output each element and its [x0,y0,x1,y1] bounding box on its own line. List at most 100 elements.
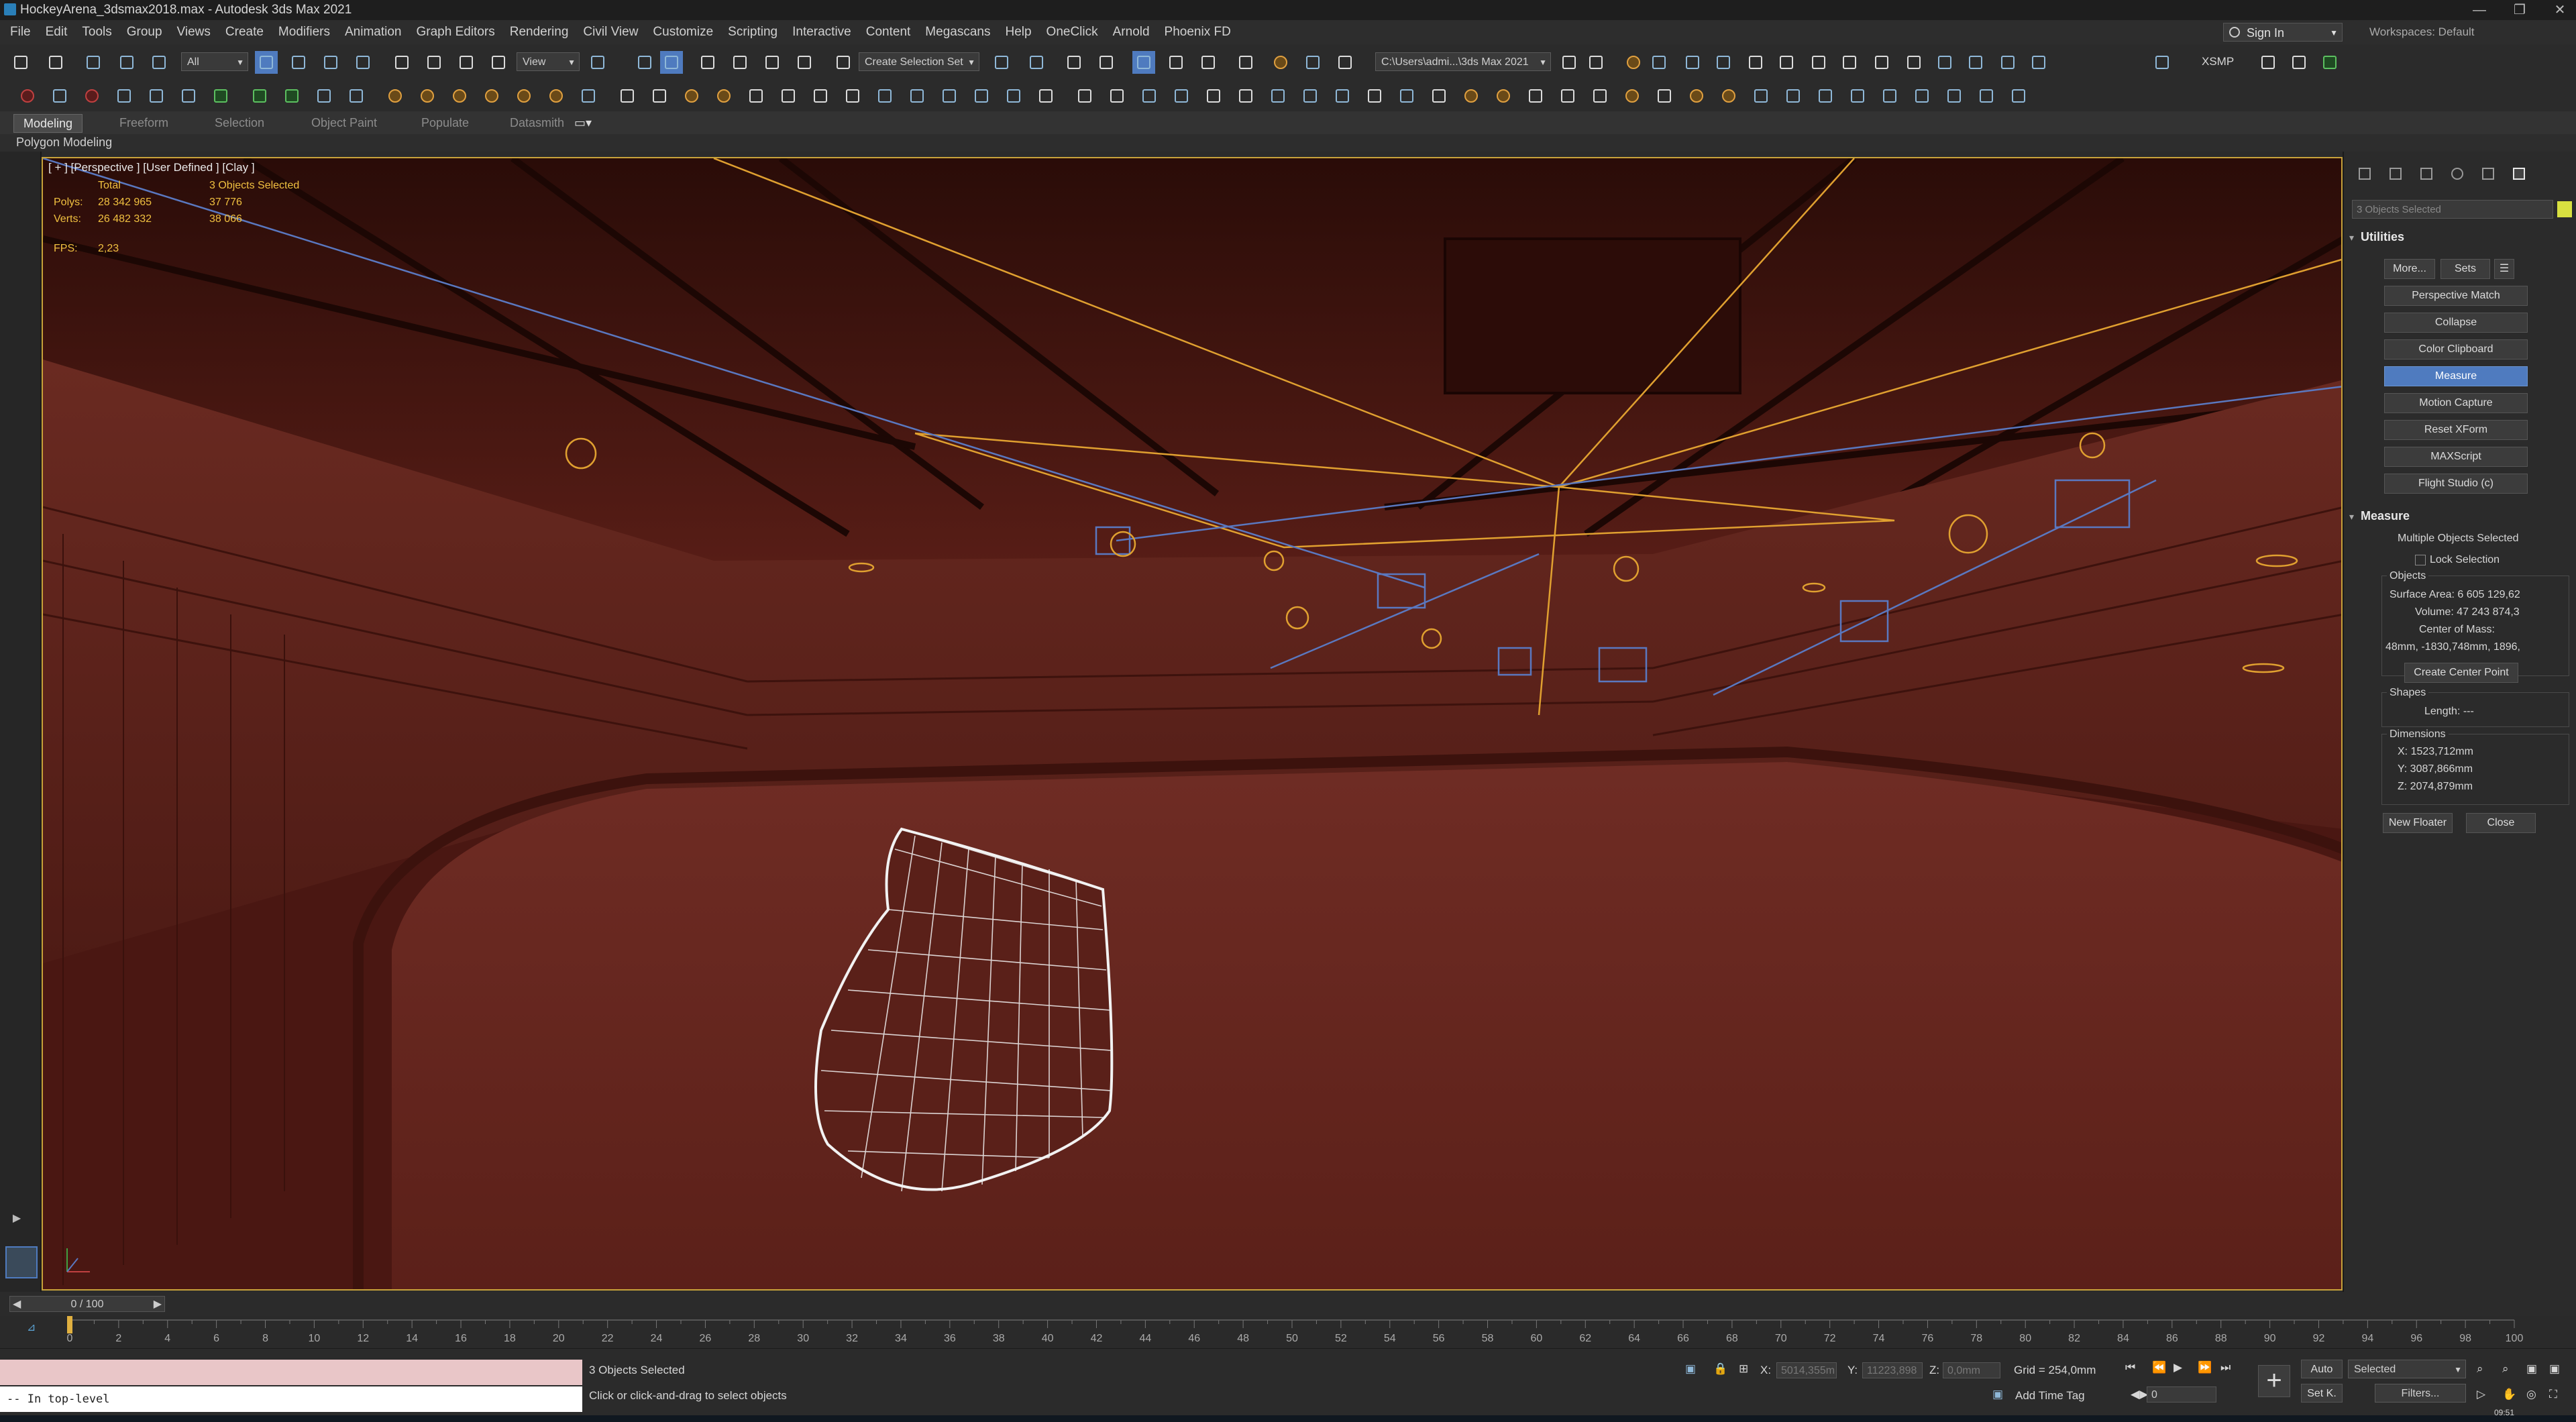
named-selection-set-dropdown[interactable]: Create Selection Set ▼ [859,52,979,71]
material-editor-icon[interactable] [1234,51,1257,74]
plugin-tool-icon[interactable] [1648,51,1670,74]
toggle-ribbon-icon[interactable] [1132,51,1155,74]
plugin-tool-icon[interactable] [416,85,439,107]
utility-maxscript-button[interactable]: MAXScript [2384,447,2528,467]
selection-color-swatch[interactable] [2557,201,2572,217]
zoom-extents-all-icon[interactable]: ▣ [2549,1362,2560,1376]
edit-named-selection-icon[interactable] [832,51,855,74]
plugin-tool-icon[interactable] [248,85,271,107]
plugin-tool-icon[interactable] [712,85,735,107]
tab-selection[interactable]: Selection [205,114,274,131]
z-coord-field[interactable]: 0,0mm [1943,1362,2000,1378]
plugin-tool-icon[interactable] [1782,85,1805,107]
add-time-tag-button[interactable]: Add Time Tag [2015,1389,2085,1403]
plugin-tool-icon[interactable] [906,85,928,107]
field-of-view-icon[interactable]: ▷ [2477,1388,2485,1401]
rendered-frame-window-icon[interactable] [1301,51,1324,74]
menu-content[interactable]: Content [859,20,918,44]
menu-tools[interactable]: Tools [74,20,119,44]
absolute-mode-icon[interactable]: ⊞ [1739,1362,1748,1376]
plugin-tool-icon[interactable] [1622,51,1645,74]
plugin-tool-icon[interactable] [1234,85,1257,107]
plugin-tool-icon[interactable] [938,85,961,107]
close-measure-button[interactable]: Close [2466,813,2536,833]
plugin-tool-icon[interactable] [1492,85,1515,107]
plugin-tool-icon[interactable] [1524,85,1547,107]
select-by-name-icon[interactable] [287,51,310,74]
utility-reset-xform-button[interactable]: Reset XForm [2384,420,2528,440]
configure-sets-icon[interactable]: ☰ [2494,259,2514,279]
spinner-snap-icon[interactable] [793,51,816,74]
plugin-tool-icon[interactable] [1395,85,1418,107]
plugin-tool-icon[interactable] [1750,85,1772,107]
sign-in-dropdown[interactable]: Sign In ▼ [2223,23,2343,42]
plugin-tool-icon[interactable] [1943,85,1966,107]
plugin-tool-icon[interactable] [1933,51,1956,74]
menu-rendering[interactable]: Rendering [502,20,576,44]
plugin-tool-icon[interactable] [1685,85,1708,107]
plugin-tool-icon[interactable] [113,85,136,107]
plugin-tool-icon[interactable] [841,85,864,107]
plugin-tool-icon[interactable] [2288,51,2310,74]
plugin-tool-icon[interactable] [1202,85,1225,107]
isolate-selection-icon[interactable]: ▣ [1685,1362,1696,1376]
menu-phoenix-fd[interactable]: Phoenix FD [1157,20,1238,44]
slider-prev-icon[interactable]: ◀ [13,1297,21,1313]
time-slider[interactable]: ◀ 0 / 100 ▶ [9,1296,165,1312]
track-bar[interactable]: 0 2 4 6 8 10 12 14 16 18 20 22 24 26 28 30 32 34 36 38 40 42 4… [0,1316,2576,1348]
plugin-tool-icon[interactable] [1653,85,1676,107]
utility-motion-capture-button[interactable]: Motion Capture [2384,393,2528,413]
orbit-icon[interactable]: ◎ [2526,1388,2536,1401]
next-frame-icon[interactable]: ⏩ [2198,1361,2212,1374]
keyboard-shortcut-toggle-icon[interactable] [660,51,683,74]
menu-arnold[interactable]: Arnold [1106,20,1157,44]
plugin-tool-icon[interactable] [1814,85,1837,107]
pan-view-icon[interactable]: ✋ [2502,1388,2516,1401]
plugin-tool-icon[interactable] [480,85,503,107]
plugin-tool-icon[interactable] [2257,51,2279,74]
plugin-tool-icon[interactable] [177,85,200,107]
plugin-tool-icon[interactable] [1299,85,1322,107]
plugin-tool-icon[interactable] [1838,51,1861,74]
sets-button[interactable]: Sets [2440,259,2490,279]
plugin-tool-icon[interactable] [345,85,368,107]
utility-perspective-match-button[interactable]: Perspective Match [2384,286,2528,306]
plugin-tool-icon[interactable] [1002,85,1025,107]
menu-animation[interactable]: Animation [337,20,409,44]
menu-group[interactable]: Group [119,20,170,44]
menu-civil-view[interactable]: Civil View [576,20,645,44]
plugin-tool-icon[interactable] [1331,85,1354,107]
auto-key-button[interactable]: Auto [2301,1360,2343,1378]
plugin-tool-icon[interactable] [48,85,71,107]
menu-views[interactable]: Views [170,20,218,44]
plugin-tool-icon[interactable] [280,85,303,107]
toolbar-overflow-icon[interactable] [1585,51,1607,74]
create-tab-icon[interactable] [2355,164,2375,184]
plugin-tool-icon[interactable] [777,85,800,107]
plugin-tool-icon[interactable] [384,85,407,107]
bind-spacewarp-icon[interactable] [148,51,170,74]
plugin-tool-icon[interactable] [1878,85,1901,107]
plugin-tool-icon[interactable] [809,85,832,107]
plugin-tool-icon[interactable] [2007,85,2030,107]
measure-rollout-header[interactable]: ▾ Measure [2349,507,2410,525]
plugin-tool-icon[interactable] [970,85,993,107]
maximize-viewport-icon[interactable]: ⛶ [2549,1388,2557,1401]
ribbon-panel-title[interactable]: Polygon Modeling [16,135,112,150]
viewport-label-menu[interactable]: [ + ] [Perspective ] [User Defined ] [Cl… [48,161,255,174]
curve-editor-icon[interactable] [1165,51,1187,74]
plugin-tool-icon[interactable] [1775,51,1798,74]
plugin-tool-icon[interactable] [680,85,703,107]
menu-file[interactable]: File [3,20,38,44]
plugin-tool-icon[interactable] [1589,85,1611,107]
project-folder-icon[interactable] [1558,51,1580,74]
menu-megascans[interactable]: Megascans [918,20,998,44]
percent-snap-icon[interactable] [761,51,784,74]
mirror-icon[interactable] [990,51,1013,74]
menu-customize[interactable]: Customize [645,20,720,44]
zoom-extents-icon[interactable]: ▣ [2526,1362,2537,1376]
plugin-tool-icon[interactable] [1902,51,1925,74]
plugin-tool-icon[interactable] [145,85,168,107]
rotate-icon[interactable] [423,51,445,74]
plugin-tool-icon[interactable] [313,85,335,107]
